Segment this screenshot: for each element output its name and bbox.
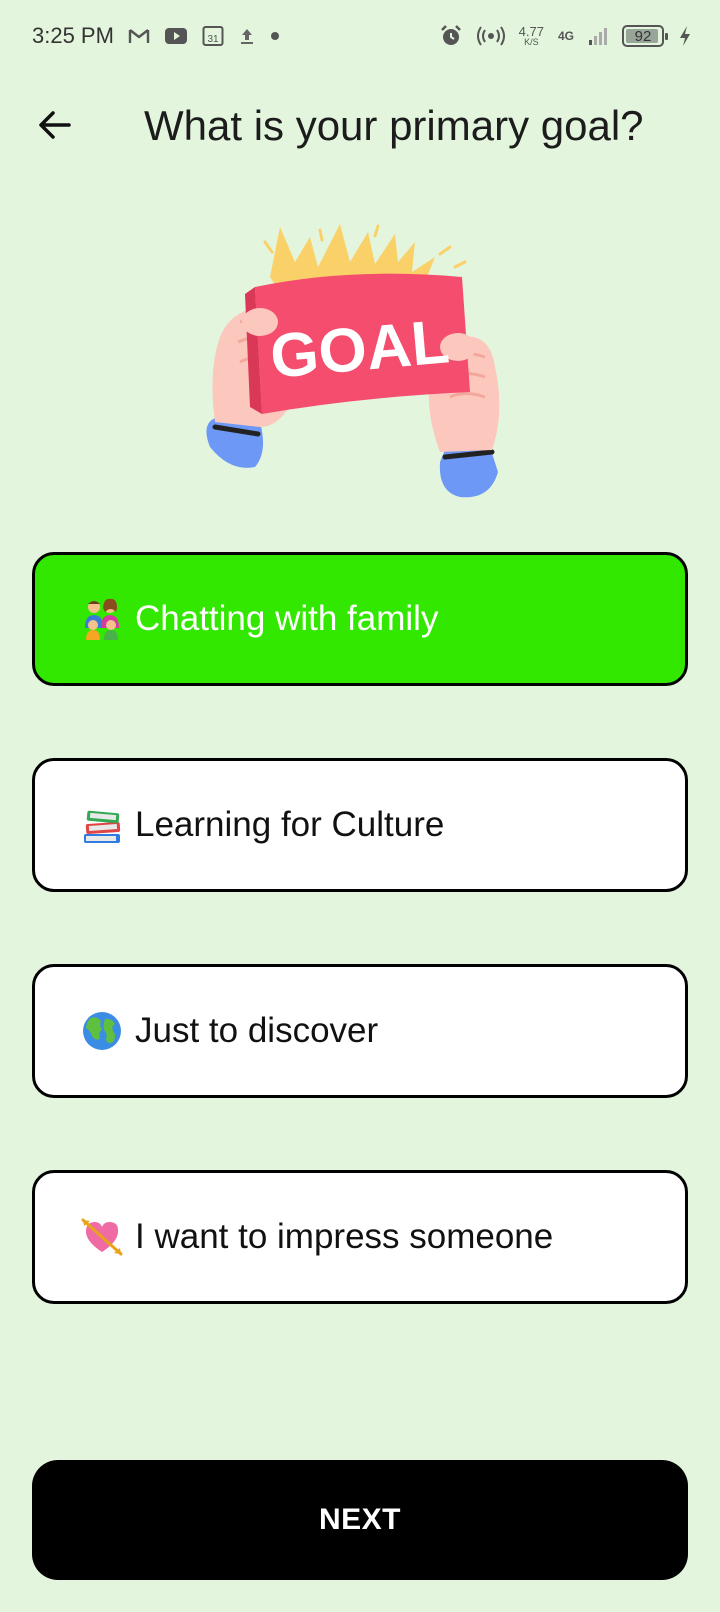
battery-icon: 92 <box>622 25 668 47</box>
dot-icon <box>270 31 280 41</box>
next-button[interactable]: NEXT <box>32 1460 688 1580</box>
alarm-icon <box>439 24 463 48</box>
battery-level: 92 <box>634 27 652 45</box>
hotspot-icon <box>476 25 505 47</box>
option-label: Chatting with family <box>135 599 439 638</box>
status-left: 3:25 PM 31 <box>32 23 280 49</box>
network-speed: 4.77 K/S <box>519 25 544 47</box>
youtube-icon <box>164 27 188 45</box>
books-icon <box>81 804 123 846</box>
status-bar: 3:25 PM 31 4.77 K/S 4G 92 <box>0 0 720 72</box>
option-label: I want to impress someone <box>135 1217 554 1256</box>
option-label: Learning for Culture <box>135 805 445 844</box>
option-label: Just to discover <box>135 1011 379 1050</box>
family-icon <box>81 598 123 640</box>
speed-unit: K/S <box>524 37 539 47</box>
charging-icon <box>678 25 692 47</box>
network-type: 4G <box>557 29 574 43</box>
calendar-icon: 31 <box>202 25 224 47</box>
page-title: What is your primary goal? <box>144 102 644 149</box>
option-chatting-with-family[interactable]: Chatting with family <box>32 552 688 686</box>
status-right: 4.77 K/S 4G 92 <box>439 24 692 48</box>
upload-icon <box>238 27 256 45</box>
gmail-icon <box>128 27 150 45</box>
svg-text:31: 31 <box>207 34 219 45</box>
next-button-label: NEXT <box>318 1503 401 1536</box>
signal-icon <box>588 26 608 46</box>
option-learning-for-culture[interactable]: Learning for Culture <box>32 758 688 892</box>
option-just-to-discover[interactable]: Just to discover <box>32 964 688 1098</box>
status-time: 3:25 PM <box>32 23 114 48</box>
back-button[interactable] <box>30 100 80 150</box>
heart-arrow-icon <box>81 1216 123 1258</box>
arrow-left-icon <box>39 111 71 139</box>
header: What is your primary goal? <box>0 90 720 160</box>
goal-screen: 3:25 PM 31 4.77 K/S 4G 92 What is your p… <box>0 0 720 1612</box>
globe-icon <box>81 1010 123 1052</box>
goal-illustration: GOAL <box>200 222 520 512</box>
option-impress-someone[interactable]: I want to impress someone <box>32 1170 688 1304</box>
